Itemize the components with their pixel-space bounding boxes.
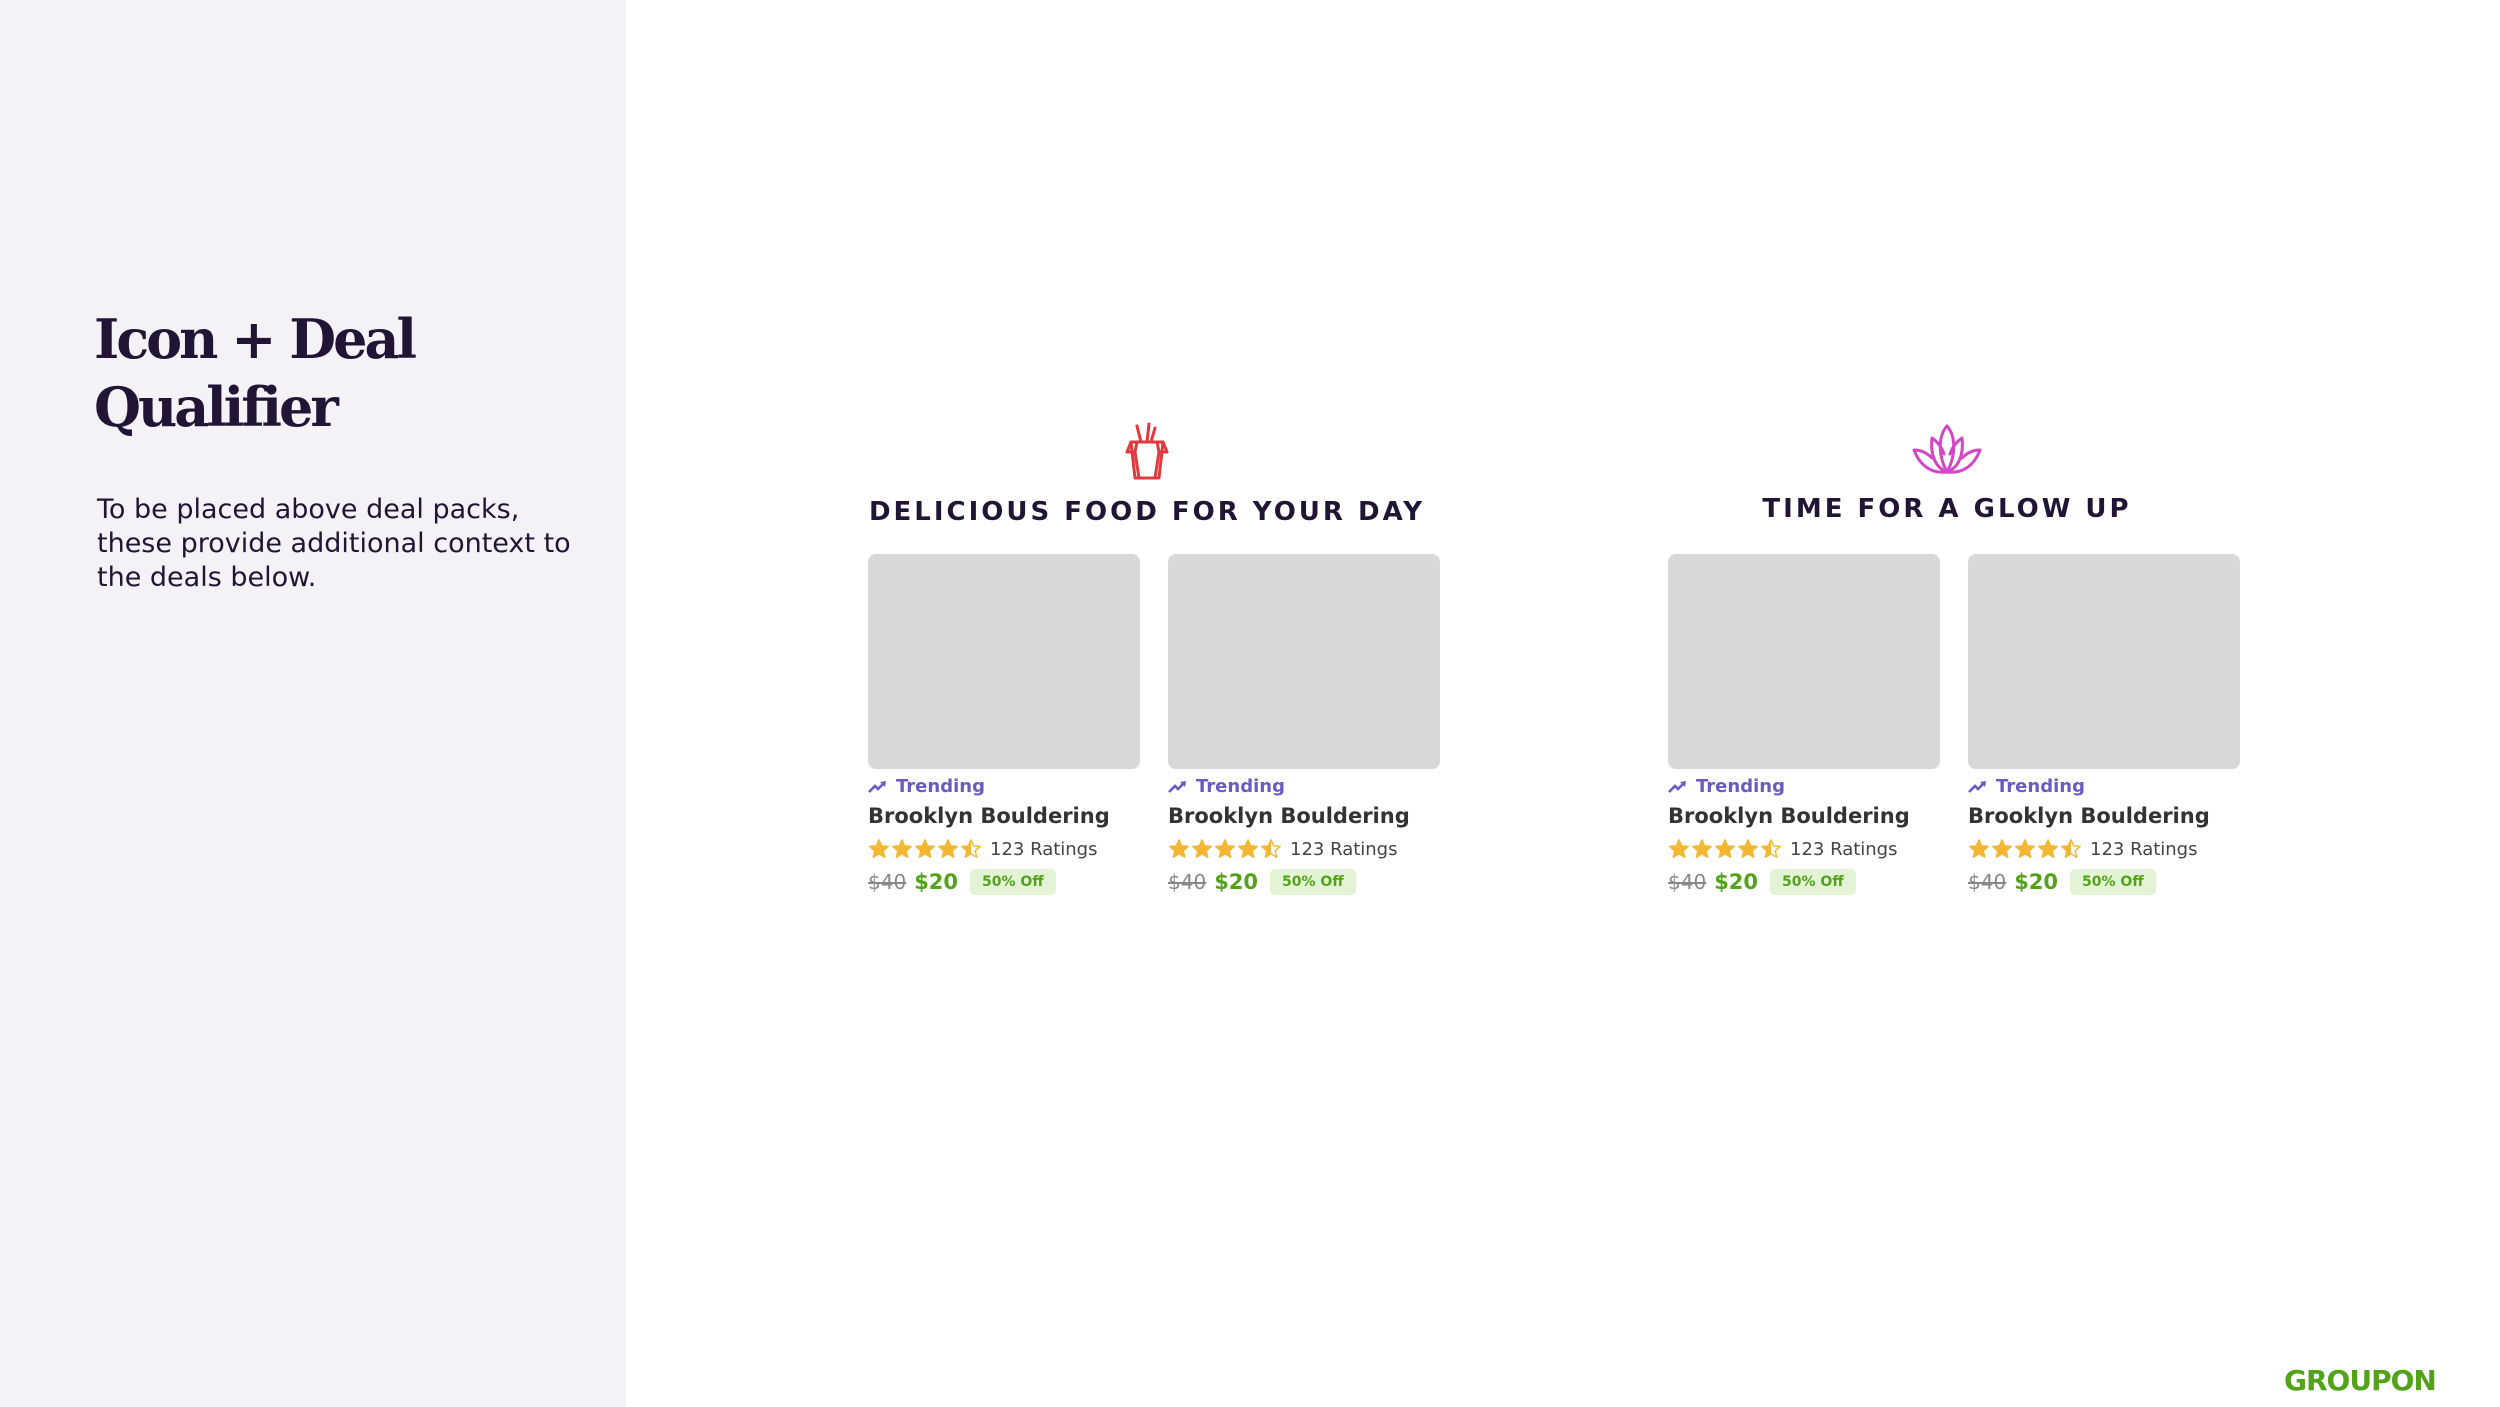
deal-price: $20 (1214, 870, 1259, 894)
star-icon (1692, 839, 1712, 858)
star-icon (2015, 839, 2035, 858)
deal-image-placeholder[interactable] (1168, 554, 1440, 769)
deal-price: $20 (1714, 870, 1759, 894)
original-price: $40 (1168, 870, 1207, 894)
star-icon (915, 839, 935, 858)
rating-row: 123 Ratings (1168, 838, 1398, 860)
star-icon (1761, 839, 1781, 858)
pack-heading: DELICIOUS FOOD FOR YOUR DAY (868, 497, 1426, 527)
star-icon (1192, 839, 1212, 858)
price-row: $40 $20 50% Off (1168, 869, 1356, 895)
rating-row: 123 Ratings (1968, 838, 2198, 860)
star-icon (1169, 839, 1189, 858)
sidebar: Icon + Deal Qualifier To be placed above… (0, 0, 626, 1407)
deal-card[interactable]: Trending Brooklyn Bouldering 123 Ratings… (1668, 554, 1940, 895)
deal-image-placeholder[interactable] (868, 554, 1140, 769)
pack-heading: TIME FOR A GLOW UP (1762, 494, 2132, 524)
star-icon (1969, 839, 1989, 858)
groupon-logo: GROUPON (2284, 1364, 2437, 1397)
trending-label: Trending (1696, 776, 1785, 797)
deal-price: $20 (2014, 870, 2059, 894)
star-icon (1738, 839, 1758, 858)
deal-card[interactable]: Trending Brooklyn Bouldering 123 Ratings… (868, 554, 1140, 895)
rating-row: 123 Ratings (1668, 838, 1898, 860)
star-rating (1668, 838, 1782, 860)
star-icon (1261, 839, 1281, 858)
star-rating (868, 838, 982, 860)
star-icon (1992, 839, 2012, 858)
deal-title[interactable]: Brooklyn Bouldering (1168, 804, 1410, 828)
trending-icon (1968, 780, 1986, 793)
ratings-count: 123 Ratings (2090, 838, 2198, 860)
price-row: $40 $20 50% Off (868, 869, 1056, 895)
sidebar-description: To be placed above deal packs, these pro… (97, 494, 571, 593)
star-icon (1669, 839, 1689, 858)
star-icon (961, 839, 981, 858)
deal-image-placeholder[interactable] (1968, 554, 2240, 769)
ratings-count: 123 Ratings (990, 838, 1098, 860)
slide: Icon + Deal Qualifier To be placed above… (0, 0, 2500, 1407)
deal-title[interactable]: Brooklyn Bouldering (868, 804, 1110, 828)
trending-label: Trending (1996, 776, 2085, 797)
deal-title[interactable]: Brooklyn Bouldering (1968, 804, 2210, 828)
trending-icon (1168, 780, 1186, 793)
star-icon (1715, 839, 1735, 858)
discount-badge: 50% Off (1270, 869, 1356, 895)
deal-image-placeholder[interactable] (1668, 554, 1940, 769)
star-rating (1968, 838, 2082, 860)
trending-tag: Trending (1968, 776, 2085, 797)
rating-row: 123 Ratings (868, 838, 1098, 860)
discount-badge: 50% Off (2070, 869, 2156, 895)
original-price: $40 (1668, 870, 1707, 894)
star-icon (869, 839, 889, 858)
trending-tag: Trending (868, 776, 985, 797)
takeout-box-icon (1125, 422, 1169, 486)
deal-price: $20 (914, 870, 959, 894)
deal-card[interactable]: Trending Brooklyn Bouldering 123 Ratings… (1168, 554, 1440, 895)
ratings-count: 123 Ratings (1290, 838, 1398, 860)
original-price: $40 (868, 870, 907, 894)
star-icon (2038, 839, 2058, 858)
star-icon (1215, 839, 1235, 858)
original-price: $40 (1968, 870, 2007, 894)
discount-badge: 50% Off (970, 869, 1056, 895)
discount-badge: 50% Off (1770, 869, 1856, 895)
star-icon (938, 839, 958, 858)
lotus-icon (1910, 422, 1984, 482)
star-icon (2061, 839, 2081, 858)
deal-title[interactable]: Brooklyn Bouldering (1668, 804, 1910, 828)
trending-tag: Trending (1168, 776, 1285, 797)
trending-label: Trending (1196, 776, 1285, 797)
star-rating (1168, 838, 1282, 860)
star-icon (1238, 839, 1258, 858)
sidebar-title: Icon + Deal Qualifier (94, 307, 417, 439)
price-row: $40 $20 50% Off (1968, 869, 2156, 895)
price-row: $40 $20 50% Off (1668, 869, 1856, 895)
trending-icon (868, 780, 886, 793)
trending-tag: Trending (1668, 776, 1785, 797)
deal-card[interactable]: Trending Brooklyn Bouldering 123 Ratings… (1968, 554, 2240, 895)
star-icon (892, 839, 912, 858)
ratings-count: 123 Ratings (1790, 838, 1898, 860)
trending-icon (1668, 780, 1686, 793)
trending-label: Trending (896, 776, 985, 797)
